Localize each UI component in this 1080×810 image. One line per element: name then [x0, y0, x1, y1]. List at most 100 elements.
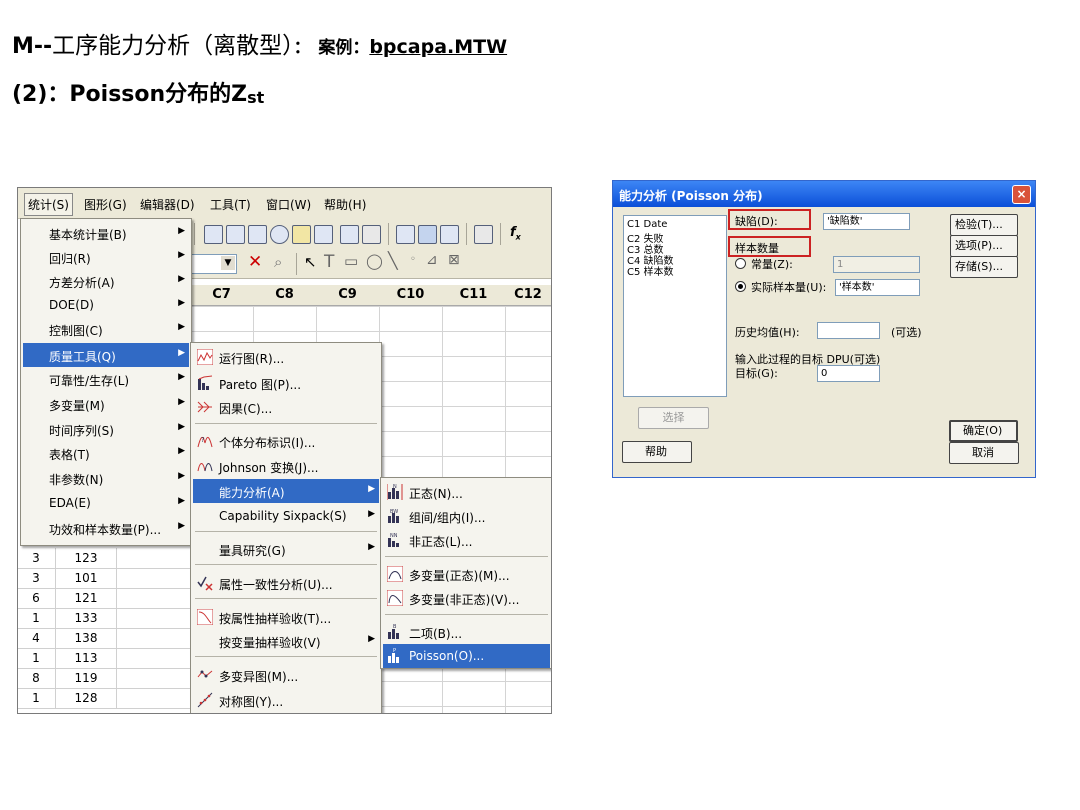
close-button[interactable]: ×	[1012, 185, 1031, 204]
cell[interactable]: 119	[55, 668, 116, 688]
window-icon[interactable]	[226, 225, 245, 244]
menu-item-capability-sixpack[interactable]: Capability Sixpack(S) ▶	[193, 504, 379, 528]
menu-item-attribute-agreement[interactable]: 属性一致性分析(U)...	[193, 571, 379, 595]
list-item[interactable]: C1 Date	[627, 219, 667, 230]
actual-sample-radio[interactable]	[735, 281, 746, 292]
cut-icon[interactable]	[396, 225, 415, 244]
menu-item-variable-acceptance[interactable]: 按变量抽样验收(V) ▶	[193, 629, 379, 653]
menu-item-doe[interactable]: DOE(D) ▶	[23, 293, 189, 317]
text-icon[interactable]: T	[324, 252, 334, 272]
column-header[interactable]: C12	[505, 285, 551, 306]
variable-list[interactable]: C1 Date C2 失败 C3 总数 C4 缺陷数 C5 样本数	[623, 215, 727, 397]
table-row[interactable]: 3 101	[18, 568, 190, 589]
menu-item-anova[interactable]: 方差分析(A) ▶	[23, 269, 189, 293]
menu-item-normal[interactable]: N 正态(N)...	[383, 480, 550, 504]
cell[interactable]	[116, 648, 191, 668]
menu-item-nonparametrics[interactable]: 非参数(N) ▶	[23, 466, 189, 490]
options-button[interactable]: 选项(P)...	[950, 235, 1018, 257]
table-row[interactable]: 8 119	[18, 668, 190, 689]
cell[interactable]: 4	[18, 631, 54, 645]
menu-item-run-chart[interactable]: 运行图(R)...	[193, 345, 379, 369]
info-icon[interactable]	[270, 225, 289, 244]
menu-graph[interactable]: 图形(G)	[84, 196, 127, 213]
polygon-icon[interactable]: ⊠	[448, 252, 460, 268]
cell[interactable]: 8	[18, 671, 54, 685]
cell[interactable]	[116, 548, 191, 568]
column-header[interactable]: C10	[379, 285, 443, 306]
cell[interactable]: 3	[18, 551, 54, 565]
column-header[interactable]: C9	[316, 285, 380, 306]
menu-item-quality-tools[interactable]: 质量工具(Q) ▶	[23, 343, 189, 367]
cell[interactable]: 133	[55, 608, 116, 628]
constant-input[interactable]: 1	[833, 256, 920, 273]
menu-item-time-series[interactable]: 时间序列(S) ▶	[23, 417, 189, 441]
menu-item-multi-vari[interactable]: 多变异图(M)...	[193, 663, 379, 687]
cell[interactable]: 1	[18, 611, 54, 625]
cell[interactable]	[116, 608, 191, 628]
pointer-icon[interactable]: ↖	[304, 253, 317, 271]
menu-item-multivariate[interactable]: 多变量(M) ▶	[23, 392, 189, 416]
graph-folder-icon[interactable]	[340, 225, 359, 244]
menu-item-gage-study[interactable]: 量具研究(G) ▶	[193, 537, 379, 561]
polyline-icon[interactable]: ⊿	[426, 252, 438, 268]
menu-item-pareto[interactable]: Pareto 图(P)...	[193, 371, 379, 395]
cell[interactable]	[116, 688, 191, 708]
cancel-button[interactable]: 取消	[949, 442, 1019, 464]
menu-item-individual-distribution[interactable]: ? 个体分布标识(I)...	[193, 429, 379, 453]
menu-item-tables[interactable]: 表格(T) ▶	[23, 441, 189, 465]
new-project-icon[interactable]	[204, 225, 223, 244]
defects-input[interactable]: '缺陷数'	[823, 213, 910, 230]
table-row[interactable]: 3 123	[18, 548, 190, 569]
function-icon[interactable]: fx	[510, 225, 521, 242]
cell[interactable]: 1	[18, 691, 54, 705]
menu-tools[interactable]: 工具(T)	[210, 196, 251, 213]
menu-item-cause-effect[interactable]: 因果(C)...	[193, 395, 379, 419]
menu-help[interactable]: 帮助(H)	[324, 196, 366, 213]
column-header[interactable]: C11	[442, 285, 506, 306]
menu-item-capability-analysis[interactable]: 能力分析(A) ▶	[193, 479, 379, 503]
cell[interactable]: 3	[18, 571, 54, 585]
menu-stat[interactable]: 统计(S)	[24, 193, 73, 216]
chevron-down-icon[interactable]: ▼	[221, 256, 235, 270]
list-item[interactable]: C5 样本数	[627, 263, 674, 278]
table-row[interactable]: 1 133	[18, 608, 190, 629]
constant-radio[interactable]	[735, 258, 746, 269]
menu-item-binomial[interactable]: B 二项(B)...	[383, 620, 550, 644]
target-input[interactable]: 0	[817, 365, 880, 382]
cell[interactable]	[116, 668, 191, 688]
cell[interactable]: 121	[55, 588, 116, 608]
close-icon[interactable]: ✕	[248, 252, 262, 272]
menu-window[interactable]: 窗口(W)	[266, 196, 311, 213]
cell[interactable]	[116, 568, 191, 588]
menu-editor[interactable]: 编辑器(D)	[140, 196, 195, 213]
table-row[interactable]: 1 113	[18, 648, 190, 669]
menu-item-control-charts[interactable]: 控制图(C) ▶	[23, 317, 189, 341]
menu-item-regression[interactable]: 回归(R) ▶	[23, 245, 189, 269]
cell[interactable]: 138	[55, 628, 116, 648]
rectangle-icon[interactable]: ▭	[344, 252, 358, 270]
menu-item-between-within[interactable]: BW 组间/组内(I)...	[383, 504, 550, 528]
menu-item-poisson[interactable]: P Poisson(O)...	[383, 644, 550, 668]
cell[interactable]: 1	[18, 651, 54, 665]
ellipse-icon[interactable]: ◯	[366, 252, 383, 270]
menu-item-reliability[interactable]: 可靠性/生存(L) ▶	[23, 367, 189, 391]
menu-item-multivariate-normal[interactable]: 多变量(正态)(M)...	[383, 562, 550, 586]
table-row[interactable]: 1 128	[18, 688, 190, 709]
grid-icon[interactable]	[418, 225, 437, 244]
historical-mean-input[interactable]	[817, 322, 880, 339]
delete-icon[interactable]	[474, 225, 493, 244]
toolbar-combo[interactable]: ▼	[190, 254, 237, 274]
history-icon[interactable]	[292, 225, 311, 244]
menu-item-attribute-acceptance[interactable]: 按属性抽样验收(T)...	[193, 605, 379, 629]
menu-item-basic-stats[interactable]: 基本统计量(B) ▶	[23, 221, 189, 245]
column-header[interactable]: C8	[253, 285, 317, 306]
menu-item-nonnormal[interactable]: NN 非正态(L)...	[383, 528, 550, 552]
tile-icon[interactable]	[362, 225, 381, 244]
cell[interactable]	[116, 588, 191, 608]
cell[interactable]: 6	[18, 591, 54, 605]
cell[interactable]: 128	[55, 688, 116, 708]
cell[interactable]: 101	[55, 568, 116, 588]
select-button[interactable]: 选择	[638, 407, 709, 429]
actual-sample-input[interactable]: '样本数'	[835, 279, 920, 296]
menu-item-multivariate-nonnormal[interactable]: 多变量(非正态)(V)...	[383, 586, 550, 610]
